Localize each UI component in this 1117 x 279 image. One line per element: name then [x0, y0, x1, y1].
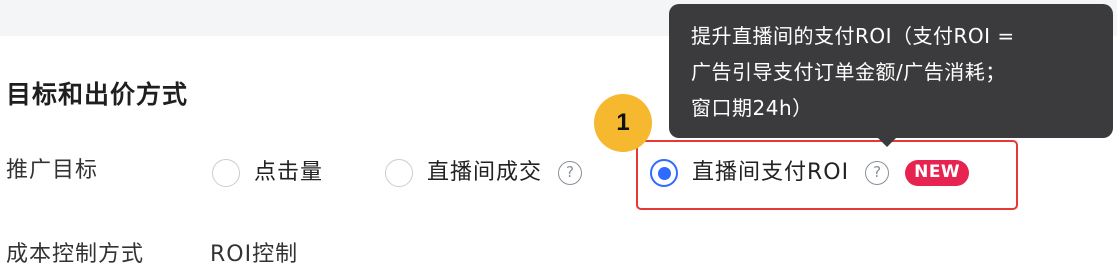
question-circle-icon[interactable]: ?: [558, 161, 583, 185]
goal-option-live-pay-roi[interactable]: 直播间支付ROI ? NEW: [650, 156, 970, 190]
radio-live-pay-roi[interactable]: [650, 159, 678, 187]
goal-option-clicks[interactable]: 点击量: [212, 156, 323, 190]
new-badge: NEW: [905, 160, 970, 186]
radio-clicks[interactable]: [212, 159, 240, 187]
goal-option-live-deal[interactable]: 直播间成交 ?: [385, 156, 583, 190]
step-marker: 1: [594, 94, 652, 152]
tooltip-arrow: [877, 137, 897, 147]
roi-tooltip: 提升直播间的支付ROI（支付ROI = 广告引导支付订单金额/广告消耗； 窗口期…: [669, 4, 1113, 138]
cost-control-value: ROI控制: [210, 242, 299, 267]
section-title: 目标和出价方式: [6, 80, 189, 109]
cost-control-label: 成本控制方式: [6, 242, 145, 267]
radio-live-deal[interactable]: [385, 159, 413, 187]
goal-option-live-pay-roi-label: 直播间支付ROI: [692, 160, 850, 185]
question-circle-icon[interactable]: ?: [865, 161, 890, 185]
tooltip-line: 广告引导支付订单金额/广告消耗；: [691, 60, 1006, 84]
tooltip-line: 窗口期24h）: [691, 96, 813, 120]
tooltip-line: 提升直播间的支付ROI（支付ROI =: [691, 24, 1015, 48]
promotion-goal-label: 推广目标: [6, 158, 99, 183]
goal-option-clicks-label: 点击量: [254, 160, 324, 185]
goal-option-live-deal-label: 直播间成交: [427, 160, 543, 185]
